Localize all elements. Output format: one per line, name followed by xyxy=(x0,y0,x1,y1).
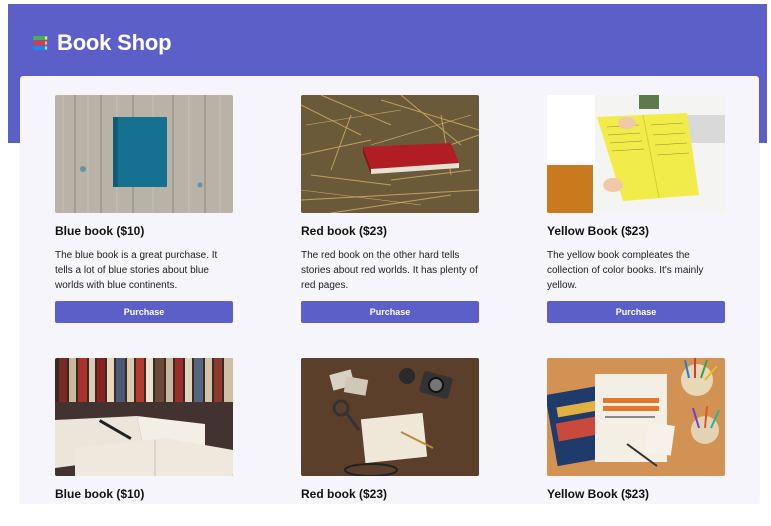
books-icon xyxy=(31,33,51,53)
product-title: Yellow Book ($23) xyxy=(547,487,650,501)
product-card: Red book ($23) The red book on the other… xyxy=(301,95,479,323)
math-books-desk-image xyxy=(547,358,725,476)
product-card: Red book ($23) xyxy=(301,358,479,501)
product-title: Red book ($23) xyxy=(301,487,388,501)
product-title: Red book ($23) xyxy=(301,224,388,238)
product-card: Blue book ($10) The blue book is a great… xyxy=(55,95,233,323)
page-bottom xyxy=(0,504,771,526)
blue-notebook-on-wood-image xyxy=(55,95,233,213)
purchase-button[interactable]: Purchase xyxy=(301,301,479,323)
yellow-pages-book-image xyxy=(547,95,725,213)
purchase-button[interactable]: Purchase xyxy=(55,301,233,323)
product-card: Blue book ($10) xyxy=(55,358,233,501)
open-book-library-image xyxy=(55,358,233,476)
product-card: Yellow Book ($23) The yellow book comple… xyxy=(547,95,725,323)
product-description: The red book on the other hard tells sto… xyxy=(301,250,478,291)
red-book-in-straw-image xyxy=(301,95,479,213)
product-title: Blue book ($10) xyxy=(55,224,145,238)
product-title: Blue book ($10) xyxy=(55,487,145,501)
product-card: Yellow Book ($23) xyxy=(547,358,725,501)
product-grid: Blue book ($10) The blue book is a great… xyxy=(20,76,759,504)
product-description: The blue book is a great purchase. It te… xyxy=(55,250,218,291)
travel-desk-image xyxy=(301,358,479,476)
brand[interactable]: Book Shop xyxy=(31,30,172,56)
product-description: The yellow book compleates the collectio… xyxy=(547,250,704,291)
product-title: Yellow Book ($23) xyxy=(547,224,650,238)
app-title: Book Shop xyxy=(57,30,172,55)
purchase-button[interactable]: Purchase xyxy=(547,301,725,323)
